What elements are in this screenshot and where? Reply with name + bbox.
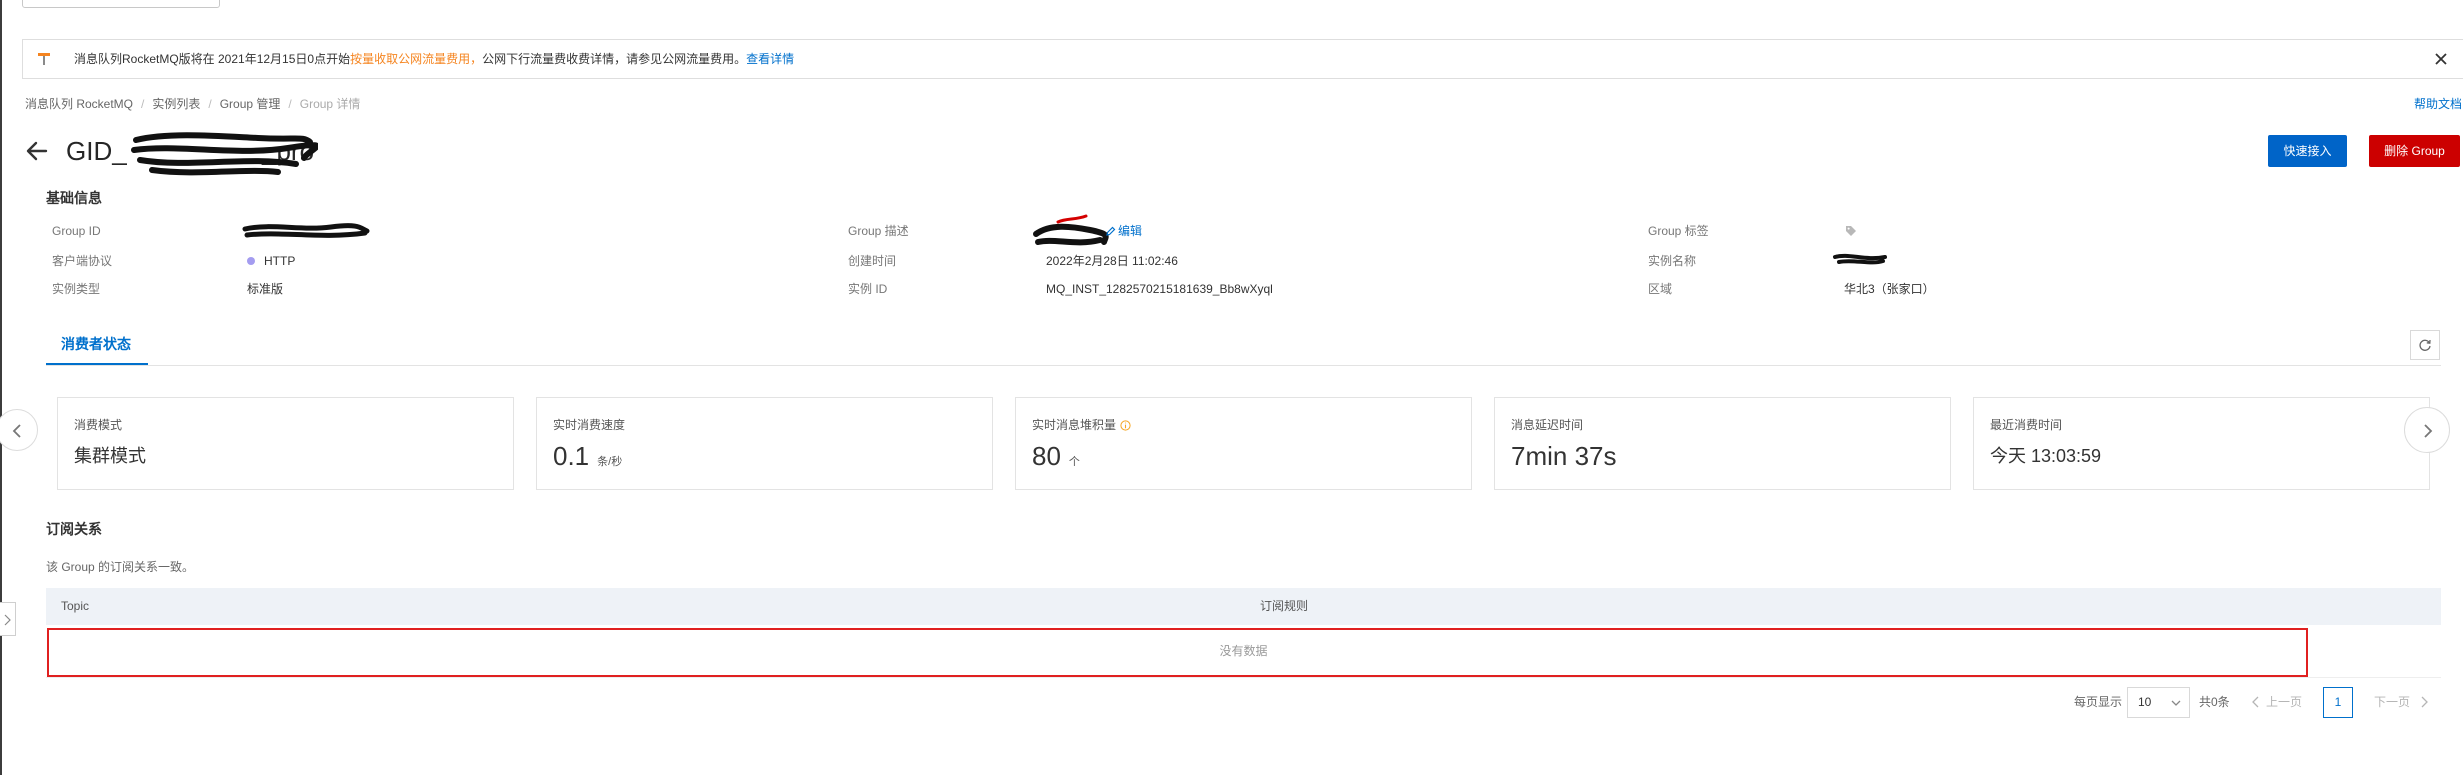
instance-id-value: MQ_INST_1282570215181639_Bb8wXyql xyxy=(1046,282,1273,296)
chevron-left-icon[interactable] xyxy=(2251,696,2261,708)
carousel-prev-button[interactable] xyxy=(0,409,38,451)
metric-label: 最近消费时间 xyxy=(1990,418,2063,432)
top-search-input[interactable] xyxy=(22,0,220,8)
chevron-right-icon[interactable] xyxy=(2419,696,2429,708)
prev-page-button[interactable]: 上一页 xyxy=(2266,694,2302,710)
tag-icon[interactable] xyxy=(1845,225,1857,237)
metric-label-row: 实时消息堆积量 xyxy=(1032,417,1131,433)
region-value: 华北3（张家口） xyxy=(1844,282,1935,296)
created-time-value: 2022年2月28日 11:02:46 xyxy=(1046,254,1178,268)
tab-bar-divider xyxy=(46,365,2441,366)
delete-group-button[interactable]: 删除 Group xyxy=(2369,135,2460,167)
metric-value-row: 0.1 条/秒 xyxy=(553,439,622,473)
chevron-left-icon xyxy=(12,424,21,438)
metric-label: 实时消费速度 xyxy=(553,418,626,432)
breadcrumb-item-group-detail: Group 详情 xyxy=(299,97,361,111)
metric-card-last-consume: 最近消费时间 今天 13:03:59 xyxy=(1973,397,2430,490)
metric-label: 实时消息堆积量 xyxy=(1032,418,1117,432)
page-size-select[interactable]: 10 xyxy=(2127,687,2190,718)
help-docs-link[interactable]: 帮助文档 xyxy=(2414,96,2463,112)
basic-info-heading: 基础信息 xyxy=(46,190,102,206)
created-time-label: 创建时间 xyxy=(848,254,897,268)
metric-label: 消费模式 xyxy=(74,418,123,432)
sidebar-toggle[interactable] xyxy=(0,602,16,636)
protocol-value: HTTP xyxy=(264,254,296,268)
pencil-icon[interactable] xyxy=(1105,226,1116,237)
metric-value-row: 7min 37s xyxy=(1511,439,1617,473)
view-details-link[interactable]: 查看详情 xyxy=(746,52,794,66)
metric-value: 7min 37s xyxy=(1511,441,1617,471)
chevron-down-icon xyxy=(2171,700,2181,706)
metric-label: 消息延迟时间 xyxy=(1511,418,1584,432)
page-size-label: 每页显示 xyxy=(2074,695,2123,709)
quick-access-button[interactable]: 快速接入 xyxy=(2268,135,2347,167)
next-page-button[interactable]: 下一页 xyxy=(2374,694,2410,710)
notice-banner: 消息队列RocketMQ版将在 2021年12月15日0点开始按量收取公网流量费… xyxy=(22,39,2463,79)
metric-value: 集群模式 xyxy=(74,446,146,466)
edit-description-link[interactable]: 编辑 xyxy=(1118,223,1142,239)
subscription-note: 该 Group 的订阅关系一致。 xyxy=(46,560,195,574)
region-label: 区域 xyxy=(1648,282,1673,296)
tab-consumer-status[interactable]: 消费者状态 xyxy=(61,335,131,353)
announcement-icon xyxy=(37,52,51,66)
metric-card-backlog: 实时消息堆积量 80 个 xyxy=(1015,397,1472,490)
group-description-label: Group 描述 xyxy=(848,224,909,238)
metric-card-consume-speed: 实时消费速度 0.1 条/秒 xyxy=(536,397,993,490)
breadcrumb-separator: / xyxy=(208,97,212,111)
page-title-prefix: GID_ xyxy=(66,136,127,166)
protocol-label: 客户端协议 xyxy=(52,254,113,268)
info-icon[interactable] xyxy=(1120,419,1131,431)
breadcrumb-item-instances[interactable]: 实例列表 xyxy=(152,97,200,111)
metric-value: 今天 13:03:59 xyxy=(1990,446,2102,466)
instance-id-label: 实例 ID xyxy=(848,282,888,296)
close-icon[interactable] xyxy=(2434,52,2448,66)
notice-text: 消息队列RocketMQ版将在 2021年12月15日0点开始按量收取公网流量费… xyxy=(74,51,794,67)
page-number-current[interactable]: 1 xyxy=(2323,687,2353,718)
breadcrumb-item-group-management[interactable]: Group 管理 xyxy=(220,97,281,111)
chevron-right-icon xyxy=(4,614,11,626)
carousel-next-button[interactable] xyxy=(2404,407,2450,453)
metric-value: 0.1 xyxy=(553,441,590,471)
notice-text-before: 消息队列RocketMQ版将在 2021年12月15日0点开始 xyxy=(74,52,351,66)
redaction-scribble xyxy=(1831,249,1891,269)
protocol-status-dot xyxy=(247,257,255,265)
metric-value-row: 集群模式 xyxy=(74,439,146,473)
notice-text-after: 公网下行流量费收费详情，请参见公网流量费用。 xyxy=(482,52,747,66)
metric-unit: 条/秒 xyxy=(597,456,623,468)
instance-type-label: 实例类型 xyxy=(52,282,101,296)
group-tags-label: Group 标签 xyxy=(1648,224,1709,238)
refresh-button[interactable] xyxy=(2410,330,2440,360)
breadcrumb-item-rocketmq[interactable]: 消息队列 RocketMQ xyxy=(25,97,133,111)
metric-card-consume-mode: 消费模式 集群模式 xyxy=(57,397,514,490)
instance-type-value: 标准版 xyxy=(247,282,284,296)
notice-text-highlight: 按量收取公网流量费用， xyxy=(350,52,483,66)
table-header: Topic 订阅规则 xyxy=(46,588,2441,625)
chevron-right-icon xyxy=(2424,424,2433,438)
instance-name-label: 实例名称 xyxy=(1648,254,1697,268)
metric-cards: 消费模式 集群模式 实时消费速度 0.1 条/秒 实时消息堆积量 80 个 消息延迟… xyxy=(57,397,2430,490)
group-id-label: Group ID xyxy=(52,224,101,238)
redaction-scribble xyxy=(128,126,318,180)
metric-value-row: 今天 13:03:59 xyxy=(1990,439,2101,473)
active-tab-indicator xyxy=(46,363,148,365)
breadcrumb: 消息队列 RocketMQ / 实例列表 / Group 管理 / Group 详情 xyxy=(25,96,360,112)
column-header-rule: 订阅规则 xyxy=(1260,599,1309,613)
breadcrumb-separator: / xyxy=(141,97,145,111)
total-count: 共0条 xyxy=(2199,695,2230,709)
highlight-annotation-box xyxy=(47,628,2308,677)
subscription-heading: 订阅关系 xyxy=(46,521,102,537)
metric-value: 80 xyxy=(1032,441,1061,471)
window-left-edge xyxy=(0,0,2,775)
metric-value-row: 80 个 xyxy=(1032,439,1080,473)
metric-unit: 个 xyxy=(1068,456,1080,468)
redaction-scribble xyxy=(1030,212,1112,252)
metric-card-delay: 消息延迟时间 7min 37s xyxy=(1494,397,1951,490)
redaction-scribble xyxy=(241,221,371,243)
back-arrow-icon[interactable] xyxy=(25,139,49,163)
page-size-value: 10 xyxy=(2138,695,2152,709)
breadcrumb-separator: / xyxy=(288,97,292,111)
column-header-topic: Topic xyxy=(61,599,90,613)
